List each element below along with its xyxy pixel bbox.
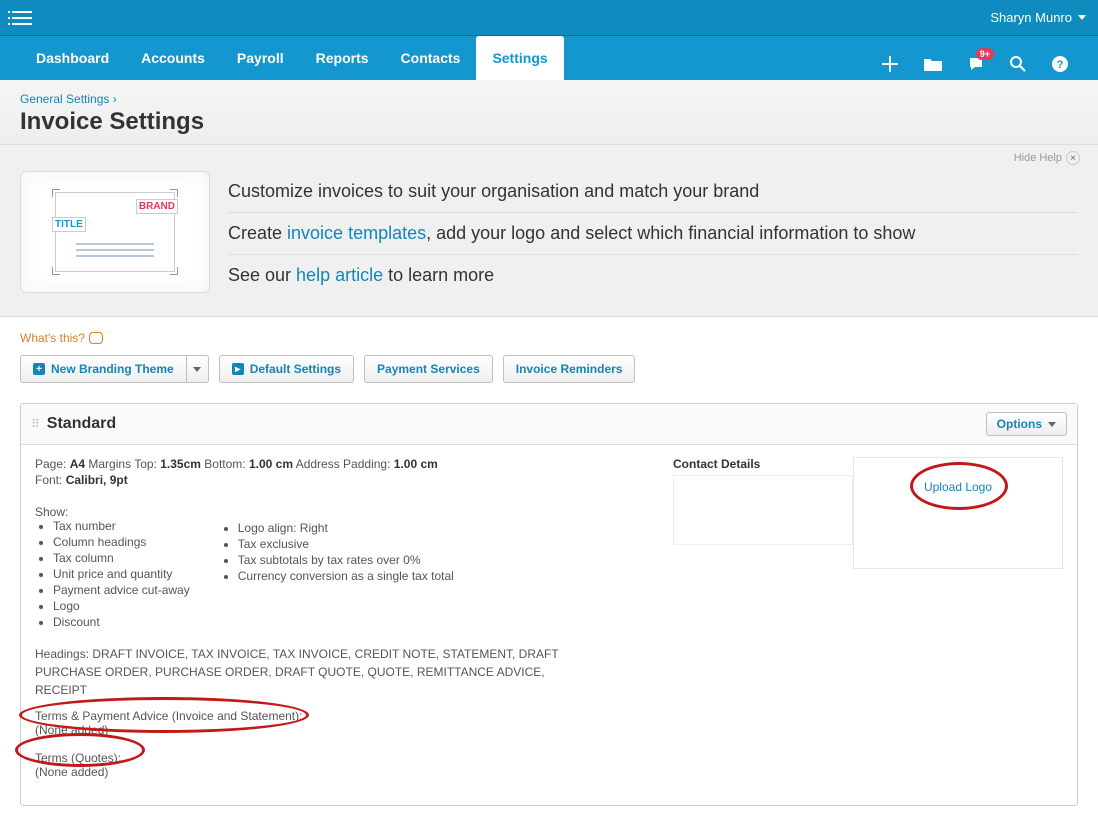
chevron-down-icon xyxy=(1078,15,1086,20)
upload-logo-link[interactable]: Upload Logo xyxy=(924,480,992,494)
breadcrumb-sep: › xyxy=(113,92,117,106)
app-menu-icon[interactable] xyxy=(12,11,32,25)
invoice-reminders-button[interactable]: Invoice Reminders xyxy=(503,355,636,383)
options-button[interactable]: Options xyxy=(986,412,1067,436)
default-settings-button[interactable]: ▸ Default Settings xyxy=(219,355,354,383)
nav-dashboard[interactable]: Dashboard xyxy=(20,36,125,80)
notifications-icon[interactable]: 9+ xyxy=(968,56,984,72)
contact-details-box xyxy=(673,475,853,545)
plus-icon: + xyxy=(33,363,45,375)
page-meta: Page: A4 Margins Top: 1.35cm Bottom: 1.0… xyxy=(35,457,673,471)
breadcrumb: General Settings › xyxy=(20,92,1078,106)
whats-this-link[interactable]: What's this? xyxy=(20,331,1078,345)
show-list-1: Tax number Column headings Tax column Un… xyxy=(35,519,190,629)
theme-title: Standard xyxy=(47,415,116,433)
new-branding-theme-button[interactable]: + New Branding Theme xyxy=(20,355,187,383)
invoice-templates-link[interactable]: invoice templates xyxy=(287,223,426,243)
folder-icon[interactable] xyxy=(924,57,942,71)
intro-line-1: Customize invoices to suit your organisa… xyxy=(228,171,1078,213)
nav-accounts[interactable]: Accounts xyxy=(125,36,221,80)
drag-handle-icon[interactable]: ⠿ xyxy=(31,417,41,431)
user-menu[interactable]: Sharyn Munro xyxy=(990,10,1086,25)
brand-preview: TITLE BRAND xyxy=(20,171,210,293)
whats-this-label: What's this? xyxy=(20,331,85,345)
nav-reports[interactable]: Reports xyxy=(300,36,385,80)
breadcrumb-parent[interactable]: General Settings xyxy=(20,92,109,106)
new-branding-theme-dropdown[interactable] xyxy=(187,355,209,383)
logo-upload-box: Upload Logo xyxy=(853,457,1063,569)
chevron-down-icon xyxy=(193,367,201,372)
show-list-2: Logo align: Right Tax exclusive Tax subt… xyxy=(220,521,454,583)
nav-settings[interactable]: Settings xyxy=(476,36,563,80)
terms-quotes: Terms (Quotes): (None added) xyxy=(35,751,673,779)
hide-help-button[interactable]: Hide Help × xyxy=(1014,151,1080,165)
svg-text:?: ? xyxy=(1057,59,1064,71)
contact-details-label: Contact Details xyxy=(673,457,853,471)
help-article-link[interactable]: help article xyxy=(296,265,383,285)
notification-badge: 9+ xyxy=(976,48,994,60)
intro-line-2: Create invoice templates, add your logo … xyxy=(228,213,1078,255)
chevron-down-icon xyxy=(1048,422,1056,427)
play-icon: ▸ xyxy=(232,363,244,375)
user-name: Sharyn Munro xyxy=(990,10,1072,25)
close-icon: × xyxy=(1066,151,1080,165)
headings-meta: Headings: DRAFT INVOICE, TAX INVOICE, TA… xyxy=(35,645,595,699)
terms-invoice-statement: Terms & Payment Advice (Invoice and Stat… xyxy=(35,709,673,737)
add-icon[interactable] xyxy=(882,56,898,72)
hide-help-label: Hide Help xyxy=(1014,152,1062,164)
show-label: Show: xyxy=(35,505,190,519)
speech-bubble-icon xyxy=(89,332,103,344)
intro-line-3: See our help article to learn more xyxy=(228,255,1078,296)
nav-contacts[interactable]: Contacts xyxy=(385,36,477,80)
nav-payroll[interactable]: Payroll xyxy=(221,36,300,80)
page-title: Invoice Settings xyxy=(20,108,1078,136)
help-icon[interactable]: ? xyxy=(1052,56,1068,72)
search-icon[interactable] xyxy=(1010,56,1026,72)
main-nav: Dashboard Accounts Payroll Reports Conta… xyxy=(20,36,564,80)
font-meta: Font: Calibri, 9pt xyxy=(35,473,673,487)
preview-brand-label: BRAND xyxy=(136,199,178,214)
payment-services-button[interactable]: Payment Services xyxy=(364,355,493,383)
preview-title-label: TITLE xyxy=(52,217,86,232)
